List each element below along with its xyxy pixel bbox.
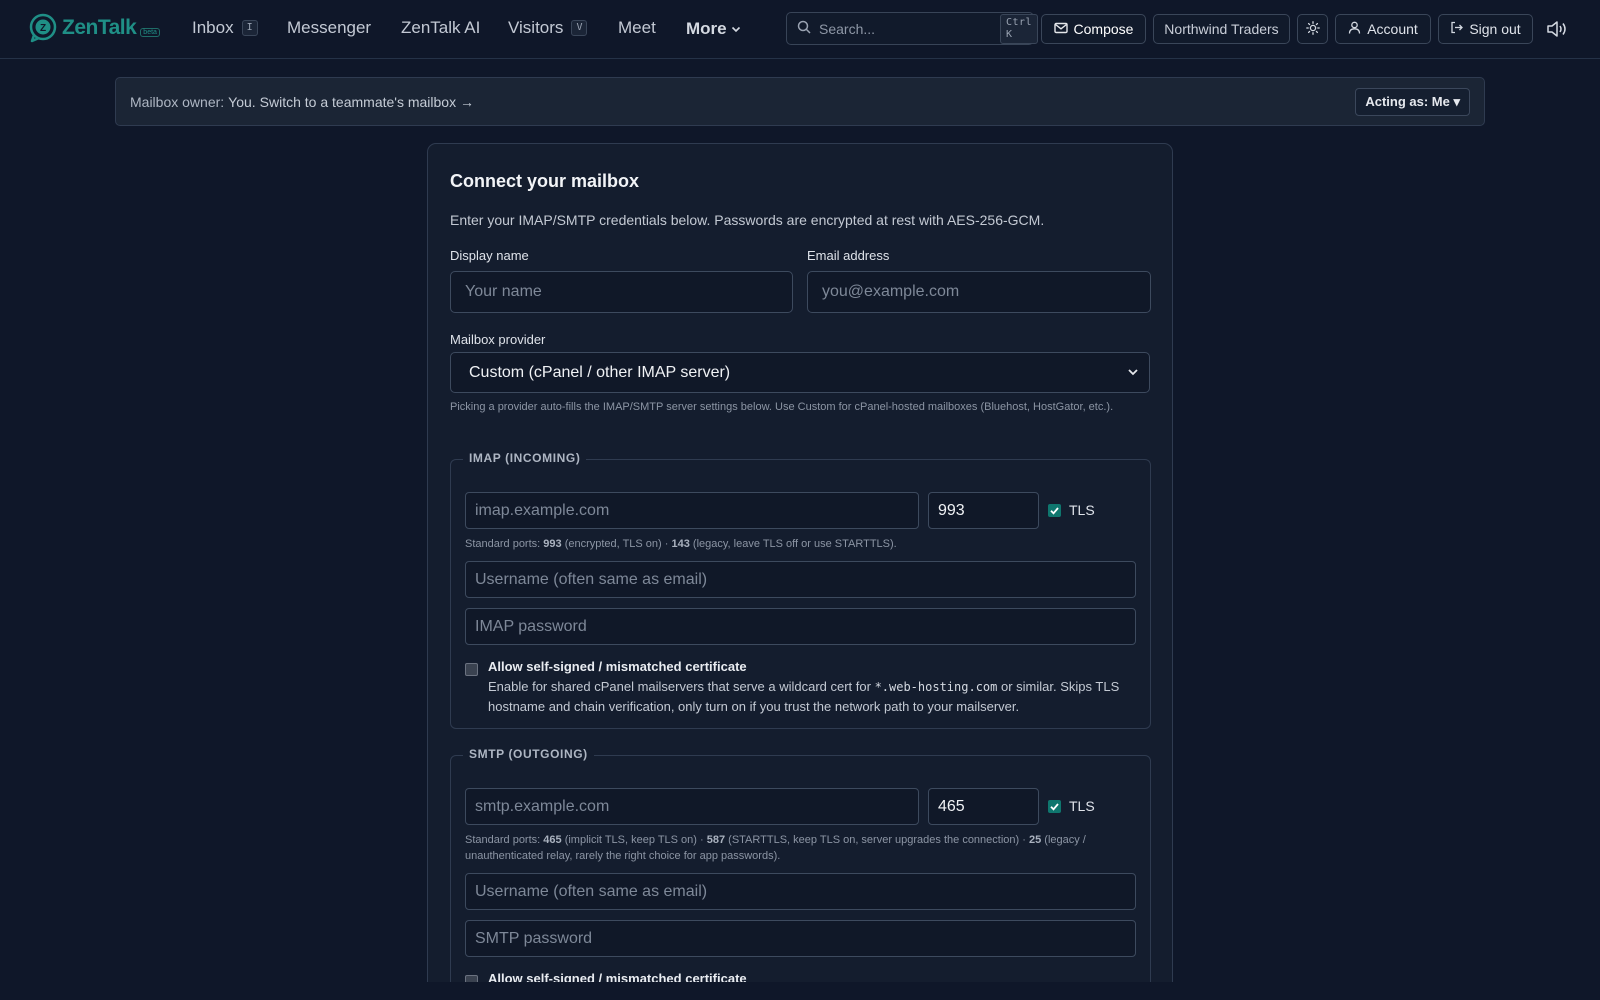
connect-mailbox-card: Connect your mailbox Enter your IMAP/SMT… <box>427 143 1173 1000</box>
nav-item-label: ZenTalk AI <box>401 18 481 37</box>
top-navigation: Z ZenTalk beta Inbox I Messenger ZenTalk… <box>0 0 1600 59</box>
imap-ports-hint: Standard ports: 993 (encrypted, TLS on) … <box>465 538 897 550</box>
logo-text: ZenTalk <box>62 16 137 39</box>
logo-mark-letter: Z <box>40 23 46 34</box>
smtp-host-input[interactable] <box>465 788 919 825</box>
global-search: Ctrl K <box>786 12 1039 45</box>
mail-icon <box>1053 21 1068 37</box>
smtp-tls-label: TLS <box>1069 798 1095 814</box>
form-description: Enter your IMAP/SMTP credentials below. … <box>450 212 1045 228</box>
theme-toggle-button[interactable] <box>1297 14 1328 44</box>
imap-tls-label: TLS <box>1069 502 1095 518</box>
smtp-ports-hint: Standard ports: 465 (implicit TLS, keep … <box>465 834 1086 862</box>
app-logo[interactable]: Z ZenTalk beta <box>28 13 160 43</box>
provider-hint: Picking a provider auto-fills the IMAP/S… <box>450 401 1114 413</box>
nav-item-label: Messenger <box>287 18 372 37</box>
imap-self-signed-checkbox[interactable] <box>465 663 478 676</box>
smtp-settings-fieldset: SMTP (OUTGOING) 465 TLS Standard ports: … <box>450 747 1151 1000</box>
search-icon <box>797 20 811 37</box>
acting-as-dropdown[interactable]: Acting as: Me ▾ <box>1355 88 1470 116</box>
email-field[interactable] <box>807 271 1151 313</box>
mailbox-provider-label: Mailbox provider <box>450 332 546 347</box>
nav-item-zentalk-ai[interactable]: ZenTalk AI <box>401 18 480 38</box>
organization-switcher-button[interactable]: Northwind Traders <box>1153 14 1290 44</box>
sign-out-button[interactable]: Sign out <box>1438 14 1533 44</box>
nav-item-label: Visitors <box>508 18 564 37</box>
smtp-password-input[interactable] <box>465 920 1136 957</box>
organization-label: Northwind Traders <box>1164 21 1279 37</box>
checkbox-checked-icon[interactable] <box>1048 503 1061 517</box>
nav-item-messenger[interactable]: Messenger <box>287 18 371 38</box>
imap-self-signed-option: Allow self-signed / mismatched certifica… <box>465 659 1128 717</box>
nav-item-visitors[interactable]: Visitors V <box>508 18 588 38</box>
display-name-field[interactable] <box>450 271 793 313</box>
search-shortcut-badge: Ctrl K <box>1000 13 1039 44</box>
imap-password-input[interactable] <box>465 608 1136 645</box>
imap-username-input[interactable] <box>465 561 1136 598</box>
checkbox-checked-icon[interactable] <box>1048 799 1061 813</box>
smtp-legend: SMTP (OUTGOING) <box>463 747 594 761</box>
sun-icon <box>1305 20 1320 38</box>
imap-tls-toggle[interactable]: TLS <box>1048 502 1095 518</box>
nav-item-inbox[interactable]: Inbox I <box>192 18 258 38</box>
compose-label: Compose <box>1073 21 1134 37</box>
chevron-down-icon <box>731 19 741 39</box>
mailbox-owner-value: You. <box>228 93 256 110</box>
visitors-shortcut-badge: V <box>571 20 588 36</box>
display-name-label: Display name <box>450 248 529 263</box>
nav-more-label: More <box>686 19 727 38</box>
chevron-down-icon <box>1127 365 1139 383</box>
logo-badge: beta <box>140 27 160 37</box>
smtp-port-input[interactable]: 465 <box>928 788 1039 825</box>
imap-port-input[interactable]: 993 <box>928 492 1039 529</box>
mailbox-owner-label: Mailbox owner: <box>130 93 225 110</box>
imap-legend: IMAP (INCOMING) <box>463 451 587 465</box>
logout-icon <box>1450 21 1464 37</box>
nav-more-menu[interactable]: More <box>686 19 741 39</box>
account-button[interactable]: Account <box>1335 14 1431 44</box>
user-icon <box>1348 21 1361 37</box>
imap-self-signed-title: Allow self-signed / mismatched certifica… <box>488 659 747 674</box>
nav-item-label: Inbox <box>192 18 234 37</box>
chat-bubble-logo-icon: Z <box>28 13 58 43</box>
email-address-label: Email address <box>807 248 890 263</box>
account-label: Account <box>1367 21 1418 37</box>
switch-mailbox-link[interactable]: Switch to a teammate's mailbox → <box>260 94 474 110</box>
mailbox-provider-selected: Custom (cPanel / other IMAP server) <box>469 363 731 381</box>
compose-button[interactable]: Compose <box>1041 14 1146 44</box>
imap-settings-fieldset: IMAP (INCOMING) 993 TLS Standard ports: … <box>450 451 1151 729</box>
nav-item-label: Meet <box>618 18 656 37</box>
imap-host-input[interactable] <box>465 492 919 529</box>
page-title: Connect your mailbox <box>450 171 640 191</box>
smtp-username-input[interactable] <box>465 873 1136 910</box>
sign-out-label: Sign out <box>1469 21 1521 37</box>
mailbox-owner-banner: Mailbox owner: You. Switch to a teammate… <box>115 77 1485 126</box>
speaker-icon[interactable] <box>1546 19 1568 42</box>
viewport-bottom-edge <box>0 982 1600 1000</box>
search-input[interactable] <box>819 20 1000 37</box>
imap-self-signed-description: Enable for shared cPanel mailservers tha… <box>488 679 1120 714</box>
mailbox-provider-select[interactable]: Custom (cPanel / other IMAP server) <box>450 352 1150 393</box>
inbox-shortcut-badge: I <box>241 20 258 36</box>
nav-item-meet[interactable]: Meet <box>618 18 656 38</box>
smtp-tls-toggle[interactable]: TLS <box>1048 798 1095 814</box>
